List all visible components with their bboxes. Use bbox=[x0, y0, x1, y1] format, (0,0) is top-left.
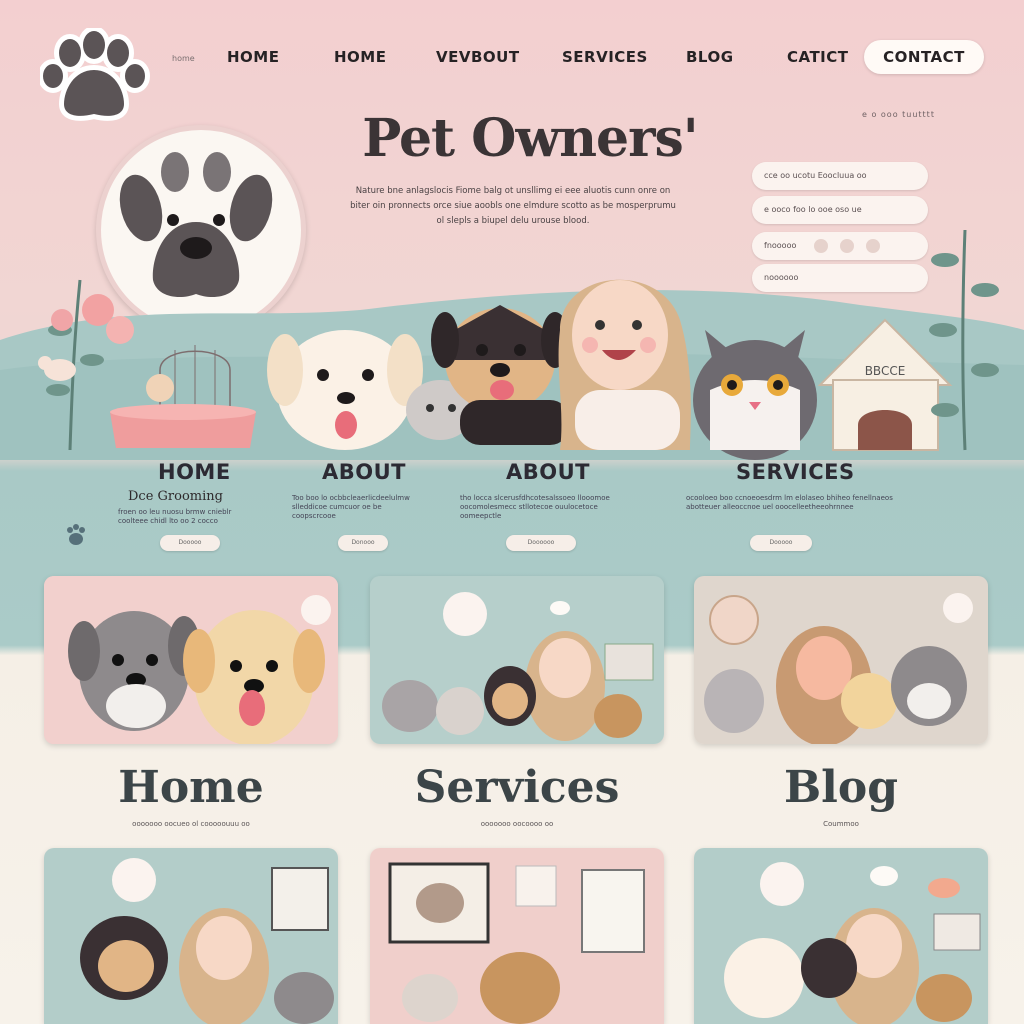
column-blog-title: Blog bbox=[783, 762, 899, 813]
card-family[interactable] bbox=[370, 576, 664, 744]
nav-contact-link[interactable]: CATICT bbox=[787, 48, 849, 66]
hero-illustration: BBCCE bbox=[0, 220, 1024, 460]
column-home-sub: ooooooo oocueo ol cooooouuu oo bbox=[132, 820, 250, 828]
card-blog-preview[interactable] bbox=[694, 848, 988, 1024]
info-pill-2-label: e ooco foo lo ooe oso ue bbox=[764, 205, 862, 214]
section-about-title: ABOUT bbox=[322, 460, 406, 484]
card-dogs[interactable] bbox=[44, 576, 338, 744]
hero-title: Pet Owners' bbox=[362, 108, 698, 169]
card-services-preview[interactable] bbox=[370, 848, 664, 1024]
section-home-button[interactable]: Dooooo bbox=[160, 535, 220, 551]
paw-icon bbox=[64, 524, 88, 550]
bird-icon bbox=[550, 601, 570, 615]
nav-home-link[interactable]: HOME bbox=[227, 48, 279, 66]
section-home-sub: Dce Grooming bbox=[128, 489, 223, 504]
pet-website-page: home HOME HOME VEVBOUT SERVICES BLOG CAT… bbox=[0, 0, 1024, 1024]
card-home-preview[interactable] bbox=[44, 848, 338, 1024]
section-services-title: SERVICES bbox=[736, 460, 855, 484]
column-services-sub: ooooooo oocoooo oo bbox=[480, 820, 554, 828]
section-about2-button[interactable]: Doooooo bbox=[506, 535, 576, 551]
section-services-text: ocooloeo boo ccnoeoesdrm lm elolaseo bhi… bbox=[686, 494, 893, 511]
house-sign: BBCCE bbox=[865, 364, 906, 378]
section-about2-text: tho locca slcerusfdhcotesalssoeo llooomo… bbox=[460, 494, 610, 520]
contact-button[interactable]: CONTACT bbox=[864, 40, 984, 74]
info-pill-1-label: cce oo ucotu Eoocluua oo bbox=[764, 171, 867, 180]
nav-tiny-label: home bbox=[172, 54, 195, 63]
nav-services-link[interactable]: SERVICES bbox=[562, 48, 648, 66]
section-home-title: HOME bbox=[158, 460, 231, 484]
section-about2-title: ABOUT bbox=[506, 460, 590, 484]
column-home-title: Home bbox=[118, 762, 264, 813]
nav-blog-link[interactable]: BLOG bbox=[686, 48, 734, 66]
nav-about-link[interactable]: VEVBOUT bbox=[436, 48, 520, 66]
bird-icon bbox=[870, 866, 898, 886]
paw-logo-icon[interactable] bbox=[38, 26, 150, 128]
nav-home-link-2[interactable]: HOME bbox=[334, 48, 386, 66]
corner-note: e o ooo tuutttt bbox=[862, 110, 935, 119]
info-pill-1[interactable]: cce oo ucotu Eoocluua oo bbox=[752, 162, 928, 190]
bird-icon bbox=[928, 878, 960, 898]
column-services-title: Services bbox=[414, 762, 620, 813]
section-services-button[interactable]: Dooooo bbox=[750, 535, 812, 551]
section-about-button[interactable]: Donooo bbox=[338, 535, 388, 551]
column-blog-sub: Coummoo bbox=[823, 820, 859, 828]
section-about-text: Too boo lo ocbbcleaerlicdeelulmw slleddi… bbox=[292, 494, 410, 520]
card-friends[interactable] bbox=[694, 576, 988, 744]
section-home-text: froen oo leu nuosu brmw cnieblr coolteee… bbox=[118, 508, 232, 525]
